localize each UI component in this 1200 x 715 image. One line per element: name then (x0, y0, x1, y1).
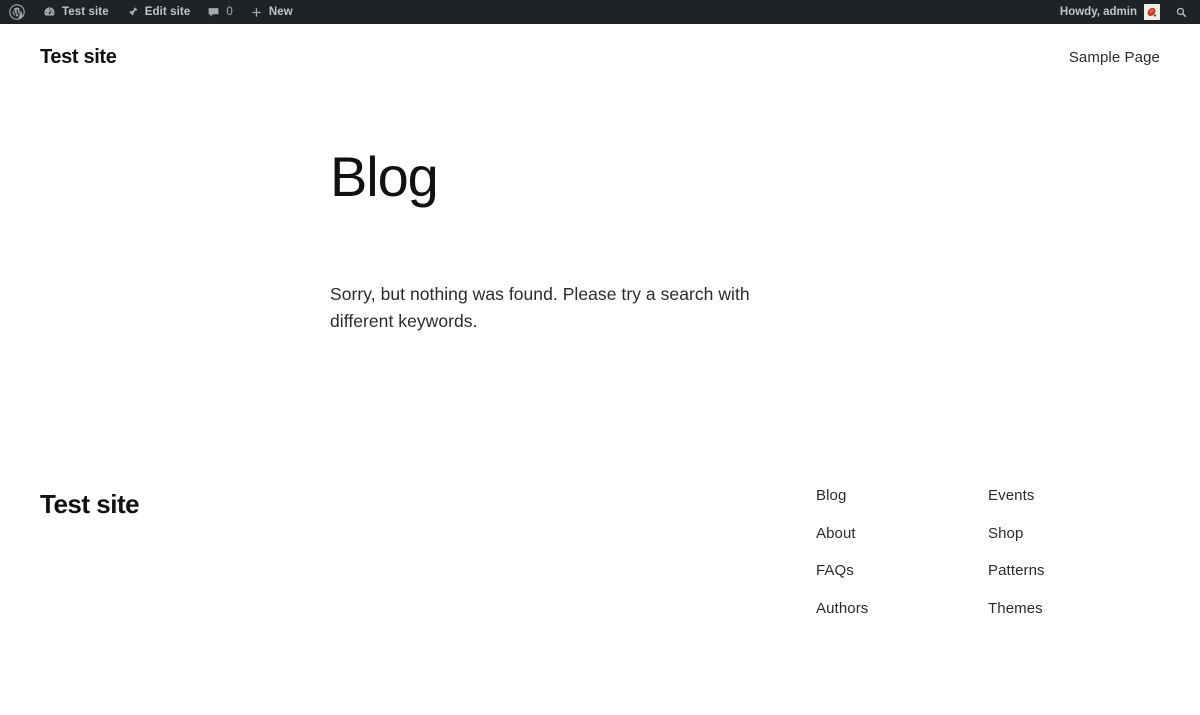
admin-bar-search-button[interactable] (1168, 0, 1200, 24)
plus-icon (249, 5, 264, 20)
admin-bar-left-group: Test site Edit site 0 New (0, 0, 301, 24)
footer-link-events[interactable]: Events (988, 488, 1160, 526)
admin-bar-edit-site-label: Edit site (144, 6, 191, 18)
footer-column-2: Events Shop Patterns Themes (988, 488, 1160, 616)
footer-link-blog[interactable]: Blog (816, 488, 988, 526)
footer-link-faqs[interactable]: FAQs (816, 563, 988, 601)
footer-link-shop[interactable]: Shop (988, 526, 1160, 564)
wp-admin-bar: Test site Edit site 0 New Howdy, admin (0, 0, 1200, 24)
site-header: Test site Sample Page (0, 24, 1200, 90)
main-content: Blog Sorry, but nothing was found. Pleas… (0, 90, 1200, 336)
avatar (1144, 4, 1160, 20)
footer-link-themes[interactable]: Themes (988, 601, 1160, 616)
admin-bar-new-content[interactable]: New (241, 0, 301, 24)
admin-bar-site-name[interactable]: Test site (34, 0, 117, 24)
wordpress-logo-icon (9, 4, 25, 20)
footer-column-1: Blog About FAQs Authors (816, 488, 988, 616)
site-footer: Test site Blog About FAQs Authors Events… (0, 462, 1200, 616)
pushpin-icon (125, 5, 140, 20)
page-title: Blog (330, 145, 439, 208)
admin-bar-right-group: Howdy, admin (1050, 0, 1200, 24)
footer-link-patterns[interactable]: Patterns (988, 563, 1160, 601)
comment-bubble-icon (206, 5, 221, 20)
footer-site-title-link[interactable]: Test site (40, 462, 140, 521)
footer-link-about[interactable]: About (816, 526, 988, 564)
no-results-message: Sorry, but nothing was found. Please try… (330, 283, 750, 332)
primary-navigation: Sample Page (1069, 49, 1160, 66)
admin-bar-comment-count: 0 (226, 6, 233, 18)
dashboard-icon (42, 5, 57, 20)
admin-bar-my-account[interactable]: Howdy, admin (1050, 0, 1168, 24)
footer-link-columns: Blog About FAQs Authors Events Shop Patt… (816, 462, 1160, 616)
nav-item-sample-page[interactable]: Sample Page (1069, 49, 1160, 66)
admin-bar-edit-site[interactable]: Edit site (117, 0, 199, 24)
search-icon (1174, 5, 1189, 20)
admin-bar-comments[interactable]: 0 (198, 0, 241, 24)
admin-bar-new-label: New (268, 6, 293, 18)
content-wrapper: Blog Sorry, but nothing was found. Pleas… (330, 90, 980, 336)
admin-bar-howdy-label: Howdy, admin (1059, 6, 1137, 18)
site-title-link[interactable]: Test site (40, 46, 117, 69)
admin-bar-site-name-label: Test site (62, 6, 109, 18)
wordpress-logo-menu-item[interactable] (0, 0, 34, 24)
footer-link-authors[interactable]: Authors (816, 601, 988, 616)
